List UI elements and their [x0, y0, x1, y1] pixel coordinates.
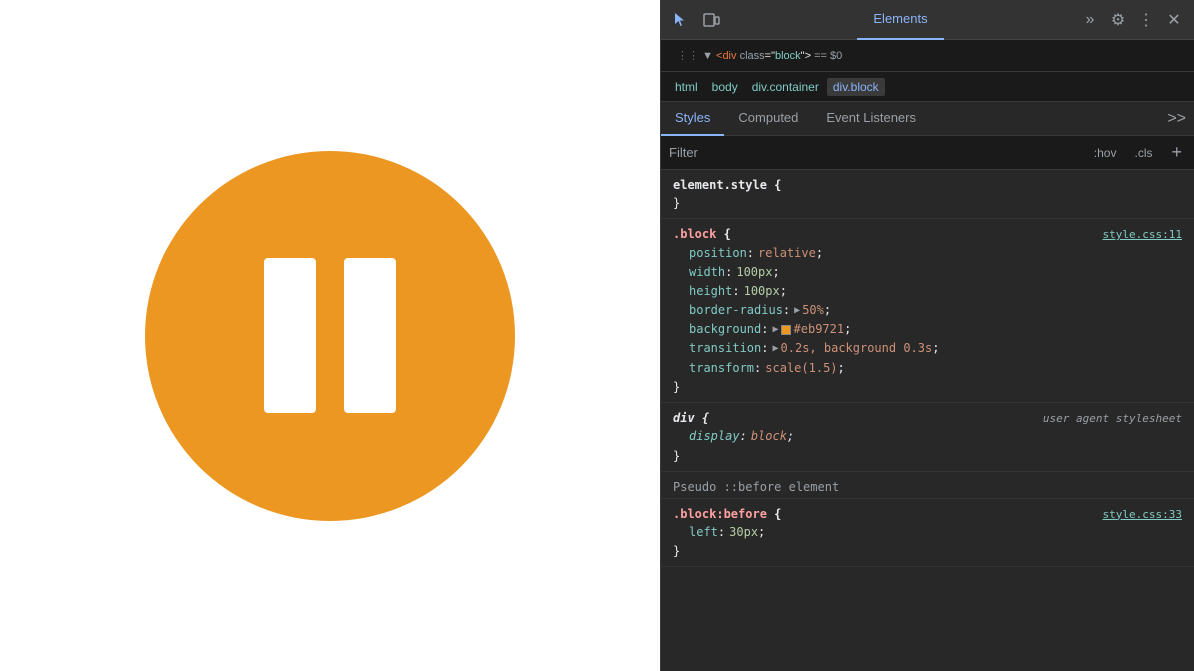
- css-content[interactable]: element.style { } .block { style.css:11 …: [661, 170, 1194, 671]
- more-tabs-icon[interactable]: »: [1078, 8, 1102, 32]
- webpage-preview: [0, 0, 660, 671]
- main-tabs: Elements: [723, 0, 1078, 40]
- css-rule-element-style: element.style { }: [661, 170, 1194, 219]
- circle-element: [145, 151, 515, 521]
- pseudo-element-header: Pseudo ::before element: [661, 472, 1194, 499]
- rule-header: element.style {: [673, 176, 1182, 194]
- tab-more[interactable]: >>: [1159, 102, 1194, 136]
- menu-icon[interactable]: ⋮: [1134, 8, 1158, 32]
- css-closing-brace: }: [673, 542, 1182, 560]
- css-prop-left: left : 30px ;: [673, 523, 1182, 542]
- selected-node-bar: ⋮⋮ ▼ <div class="block"> == $0: [661, 40, 1194, 72]
- breadcrumb-nav: html body div.container div.block: [661, 72, 1194, 102]
- css-rule-block-before: .block:before { style.css:33 left : 30px…: [661, 499, 1194, 568]
- css-rule-block: .block { style.css:11 position : relativ…: [661, 219, 1194, 403]
- css-prop-transition: transition : ▶ 0.2s, background 0.3s ;: [673, 339, 1182, 358]
- css-prop-display: display : block ;: [673, 427, 1182, 446]
- css-prop-background: background : ▶ #eb9721 ;: [673, 320, 1182, 339]
- breadcrumb-block[interactable]: div.block: [827, 78, 885, 96]
- pause-bar-left: [264, 258, 316, 413]
- css-source[interactable]: style.css:11: [1103, 227, 1182, 244]
- pause-bar-right: [344, 258, 396, 413]
- tab-computed[interactable]: Computed: [724, 102, 812, 136]
- hov-button[interactable]: :hov: [1087, 143, 1124, 163]
- tab-styles[interactable]: Styles: [661, 102, 724, 136]
- css-closing-brace: }: [673, 378, 1182, 396]
- cursor-icon[interactable]: [669, 8, 693, 32]
- tab-event-listeners[interactable]: Event Listeners: [812, 102, 930, 136]
- css-closing-brace: }: [673, 447, 1182, 465]
- css-prop-width: width : 100px ;: [673, 263, 1182, 282]
- settings-icon[interactable]: ⚙: [1106, 8, 1130, 32]
- rule-header: .block:before { style.css:33: [673, 505, 1182, 524]
- sub-tabs-bar: Styles Computed Event Listeners >>: [661, 102, 1194, 136]
- triangle-icon-transition[interactable]: ▶: [772, 341, 778, 357]
- css-prop-transform: transform : scale(1.5) ;: [673, 359, 1182, 378]
- triangle-icon-bg[interactable]: ▶: [772, 322, 778, 338]
- css-selector: .block {: [673, 225, 731, 243]
- user-agent-label: user agent stylesheet: [1043, 411, 1182, 428]
- css-selector-before: .block:before {: [673, 505, 781, 523]
- add-rule-button[interactable]: +: [1167, 142, 1186, 163]
- breadcrumb-html[interactable]: html: [669, 78, 704, 96]
- cls-button[interactable]: .cls: [1127, 143, 1159, 163]
- css-closing-brace: }: [673, 194, 1182, 212]
- breadcrumb-body[interactable]: body: [706, 78, 744, 96]
- color-swatch[interactable]: [781, 325, 791, 335]
- devtools-panel: Elements » ⚙ ⋮ ✕ ⋮⋮ ▼ <div class="block"…: [660, 0, 1194, 671]
- toolbar-right: » ⚙ ⋮ ✕: [1078, 8, 1186, 32]
- rule-header: div { user agent stylesheet: [673, 409, 1182, 428]
- css-prop-height: height : 100px ;: [673, 282, 1182, 301]
- css-selector-div: div {: [673, 409, 709, 427]
- close-icon[interactable]: ✕: [1162, 8, 1186, 32]
- css-selector: element.style {: [673, 176, 781, 194]
- triangle-icon[interactable]: ▶: [794, 303, 800, 319]
- breadcrumb-container[interactable]: div.container: [746, 78, 825, 96]
- rule-header: .block { style.css:11: [673, 225, 1182, 244]
- window-icon[interactable]: [699, 8, 723, 32]
- filter-input[interactable]: [669, 145, 1079, 160]
- css-prop-border-radius: border-radius : ▶ 50% ;: [673, 301, 1182, 320]
- devtools-toolbar: Elements » ⚙ ⋮ ✕: [661, 0, 1194, 40]
- css-source-before[interactable]: style.css:33: [1103, 507, 1182, 524]
- tab-elements[interactable]: Elements: [857, 0, 943, 40]
- filter-buttons: :hov .cls: [1087, 143, 1160, 163]
- selected-node-text: ⋮⋮ ▼ <div class="block"> == $0: [669, 49, 1186, 62]
- filter-bar: :hov .cls +: [661, 136, 1194, 170]
- css-prop-position: position : relative ;: [673, 244, 1182, 263]
- css-rule-div: div { user agent stylesheet display : bl…: [661, 403, 1194, 472]
- toolbar-left: [669, 8, 723, 32]
